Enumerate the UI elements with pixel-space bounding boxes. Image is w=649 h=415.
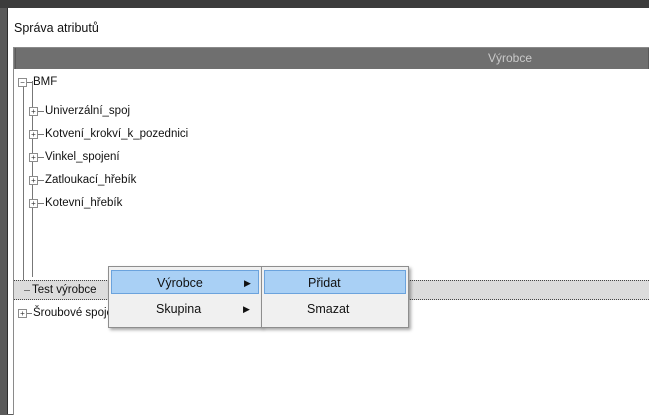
menu-item-label: Výrobce xyxy=(157,276,203,290)
menu-item-label: Smazat xyxy=(307,302,350,316)
menu-item-pridat[interactable]: Přidat xyxy=(264,270,406,294)
context-menu: Výrobce ▶ Skupina ▶ xyxy=(108,266,262,328)
expand-icon[interactable]: + xyxy=(29,176,38,185)
submenu: Přidat Smazat xyxy=(261,266,409,328)
menu-item-label: Přidat xyxy=(308,276,341,290)
expand-icon[interactable]: + xyxy=(29,130,38,139)
tree-line xyxy=(38,157,44,158)
expand-icon[interactable]: + xyxy=(29,153,38,162)
tree-grid: Výrobce − BMF + Univerzální_spoj + Kotve… xyxy=(13,47,649,415)
tree-node-label: Šroubové spoje xyxy=(33,307,113,319)
tree-line xyxy=(23,83,24,293)
tree-line xyxy=(27,313,32,314)
menu-item-vyrobce[interactable]: Výrobce ▶ xyxy=(111,270,259,294)
tree-node-label: Kotvení_krokví_k_pozednici xyxy=(45,128,189,140)
tree-line xyxy=(27,82,32,83)
attribute-manager-window: Správa atributů Výrobce − BMF + Univerzá… xyxy=(7,8,649,415)
tree-node-label: Univerzální_spoj xyxy=(45,105,131,117)
expand-icon[interactable]: + xyxy=(29,199,38,208)
tree-line xyxy=(24,290,30,291)
tree-node-label: Test výrobce xyxy=(32,284,97,296)
window-top-strip xyxy=(0,0,649,8)
expand-icon[interactable]: + xyxy=(29,107,38,116)
tree-line xyxy=(38,134,44,135)
tree-node-label: Kotevní_hřebík xyxy=(45,197,123,209)
submenu-arrow-icon: ▶ xyxy=(243,304,250,314)
menu-item-label: Skupina xyxy=(156,302,202,316)
expand-icon[interactable]: + xyxy=(18,309,27,318)
tree-line xyxy=(38,203,44,204)
collapse-icon[interactable]: − xyxy=(18,78,27,87)
menu-item-smazat[interactable]: Smazat xyxy=(264,297,406,321)
attribute-tree[interactable]: − BMF + Univerzální_spoj + Kotvení_krokv… xyxy=(14,69,649,415)
tree-node-label: Vinkel_spojení xyxy=(45,151,120,163)
tree-line xyxy=(38,111,44,112)
header-divider xyxy=(15,48,16,69)
tree-node-label: Zatloukací_hřebík xyxy=(45,174,137,186)
column-header-vyrobce[interactable]: Výrobce xyxy=(488,48,532,69)
window-title: Správa atributů xyxy=(14,21,99,35)
menu-item-skupina[interactable]: Skupina ▶ xyxy=(111,297,259,321)
submenu-arrow-icon: ▶ xyxy=(244,278,251,288)
tree-line xyxy=(38,180,44,181)
tree-node-label: BMF xyxy=(33,76,58,88)
grid-header: Výrobce xyxy=(14,48,649,69)
